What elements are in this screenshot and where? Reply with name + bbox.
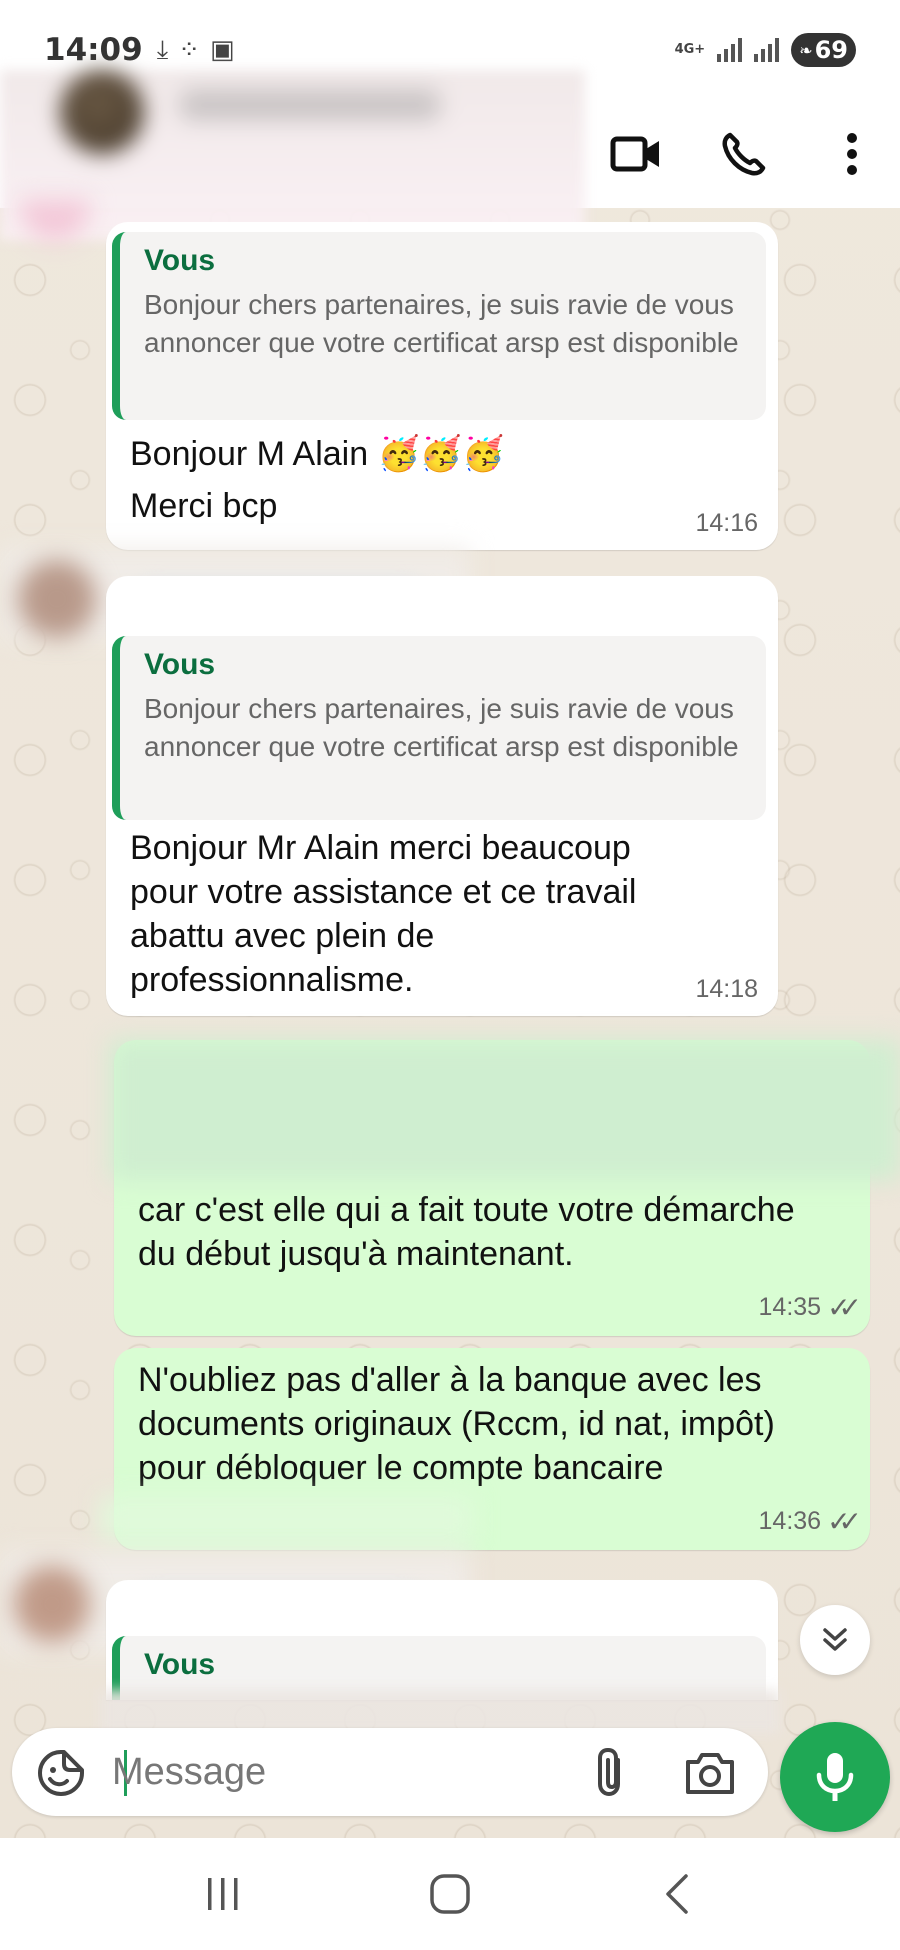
quote-text: Bonjour chers partenaires, je suis ravie… xyxy=(144,289,739,358)
time-label: 14:18 xyxy=(695,975,758,1003)
message-input[interactable] xyxy=(112,1742,532,1802)
read-receipt-icon: ✓✓ xyxy=(827,1292,862,1323)
quote-text: Bonjour chers partenaires, je suis ravie… xyxy=(144,693,739,762)
read-receipt-icon: ✓✓ xyxy=(827,1506,862,1537)
message-line-1: Bonjour M Alain 🥳🥳🥳 xyxy=(130,435,505,473)
redacted-content xyxy=(100,1496,472,1542)
more-options-button[interactable] xyxy=(824,126,880,182)
time-label: 14:36 xyxy=(758,1507,822,1535)
sender-avatar[interactable] xyxy=(14,1566,90,1642)
network-type: 4G+ xyxy=(674,42,706,57)
quoted-message[interactable]: Vous Bonjour chers partenaires, je suis … xyxy=(112,232,766,420)
back-button[interactable] xyxy=(637,1854,717,1934)
message-text: N'oubliez pas d'aller à la banque avec l… xyxy=(138,1361,775,1487)
system-navigation-bar xyxy=(0,1838,900,1950)
video-call-icon xyxy=(610,136,659,172)
quote-author: Vous xyxy=(144,1648,216,1681)
status-time: 14:09 xyxy=(44,32,143,68)
recents-icon xyxy=(208,1878,238,1910)
voice-message-button[interactable] xyxy=(780,1722,890,1832)
message-time: 14:16 xyxy=(695,509,758,538)
scroll-down-icon xyxy=(823,1628,847,1651)
recents-button[interactable] xyxy=(183,1854,263,1934)
quote-author: Vous xyxy=(144,648,216,681)
voice-call-icon xyxy=(722,132,766,176)
attach-icon xyxy=(598,1747,620,1797)
message-text: Bonjour M Alain 🥳🥳🥳 Merci bcp xyxy=(130,432,690,528)
screenshot-icon: ▣ xyxy=(209,34,235,65)
message-text: Bonjour Mr Alain merci beaucoup pour vot… xyxy=(130,829,637,999)
video-call-button[interactable] xyxy=(608,126,664,182)
battery-saver-icon: ❧ xyxy=(799,40,813,60)
apps-icon: ⁘ xyxy=(178,34,200,65)
camera-button[interactable] xyxy=(684,1750,736,1796)
contact-avatar[interactable] xyxy=(60,70,144,154)
contact-name[interactable] xyxy=(180,90,440,120)
chat-header xyxy=(0,70,900,240)
home-icon xyxy=(430,1874,470,1914)
message-time: 14:18 xyxy=(695,975,758,1004)
message-text: car c'est elle qui a fait toute votre dé… xyxy=(138,1191,795,1273)
message-bubble[interactable]: Vous Bonjour chers partenaires, je suis … xyxy=(106,222,778,550)
message-status: 14:36 ✓✓ xyxy=(758,1505,862,1538)
message-bubble[interactable]: Vous xyxy=(106,1580,778,1700)
message-composer xyxy=(12,1728,768,1816)
voice-call-button[interactable] xyxy=(716,126,772,182)
signal-icon xyxy=(717,38,743,62)
home-button[interactable] xyxy=(410,1854,490,1934)
message-line-2: Merci bcp xyxy=(130,487,278,525)
signal-icon-2 xyxy=(754,38,780,62)
message-bubble[interactable]: Vous Bonjour chers partenaires, je suis … xyxy=(106,576,778,1016)
attach-button[interactable] xyxy=(592,1746,632,1798)
sticker-icon xyxy=(38,1750,84,1796)
download-icon: ⤓ xyxy=(156,34,169,65)
back-icon xyxy=(665,1874,688,1914)
more-options-icon xyxy=(847,133,857,175)
quoted-message[interactable]: Vous Bonjour chers partenaires, je suis … xyxy=(112,636,766,820)
sender-avatar[interactable] xyxy=(18,560,96,638)
redacted-content xyxy=(110,1040,900,1180)
time-label: 14:16 xyxy=(695,509,758,537)
quote-author: Vous xyxy=(144,244,216,277)
battery-indicator: ❧ 69 xyxy=(791,33,856,67)
scroll-to-bottom-button[interactable] xyxy=(800,1605,870,1675)
battery-level: 69 xyxy=(814,36,848,64)
camera-icon xyxy=(686,1753,734,1794)
sticker-button[interactable] xyxy=(36,1748,86,1798)
time-label: 14:35 xyxy=(758,1293,822,1321)
message-status: 14:35 ✓✓ xyxy=(758,1291,862,1324)
mic-icon xyxy=(816,1753,854,1801)
